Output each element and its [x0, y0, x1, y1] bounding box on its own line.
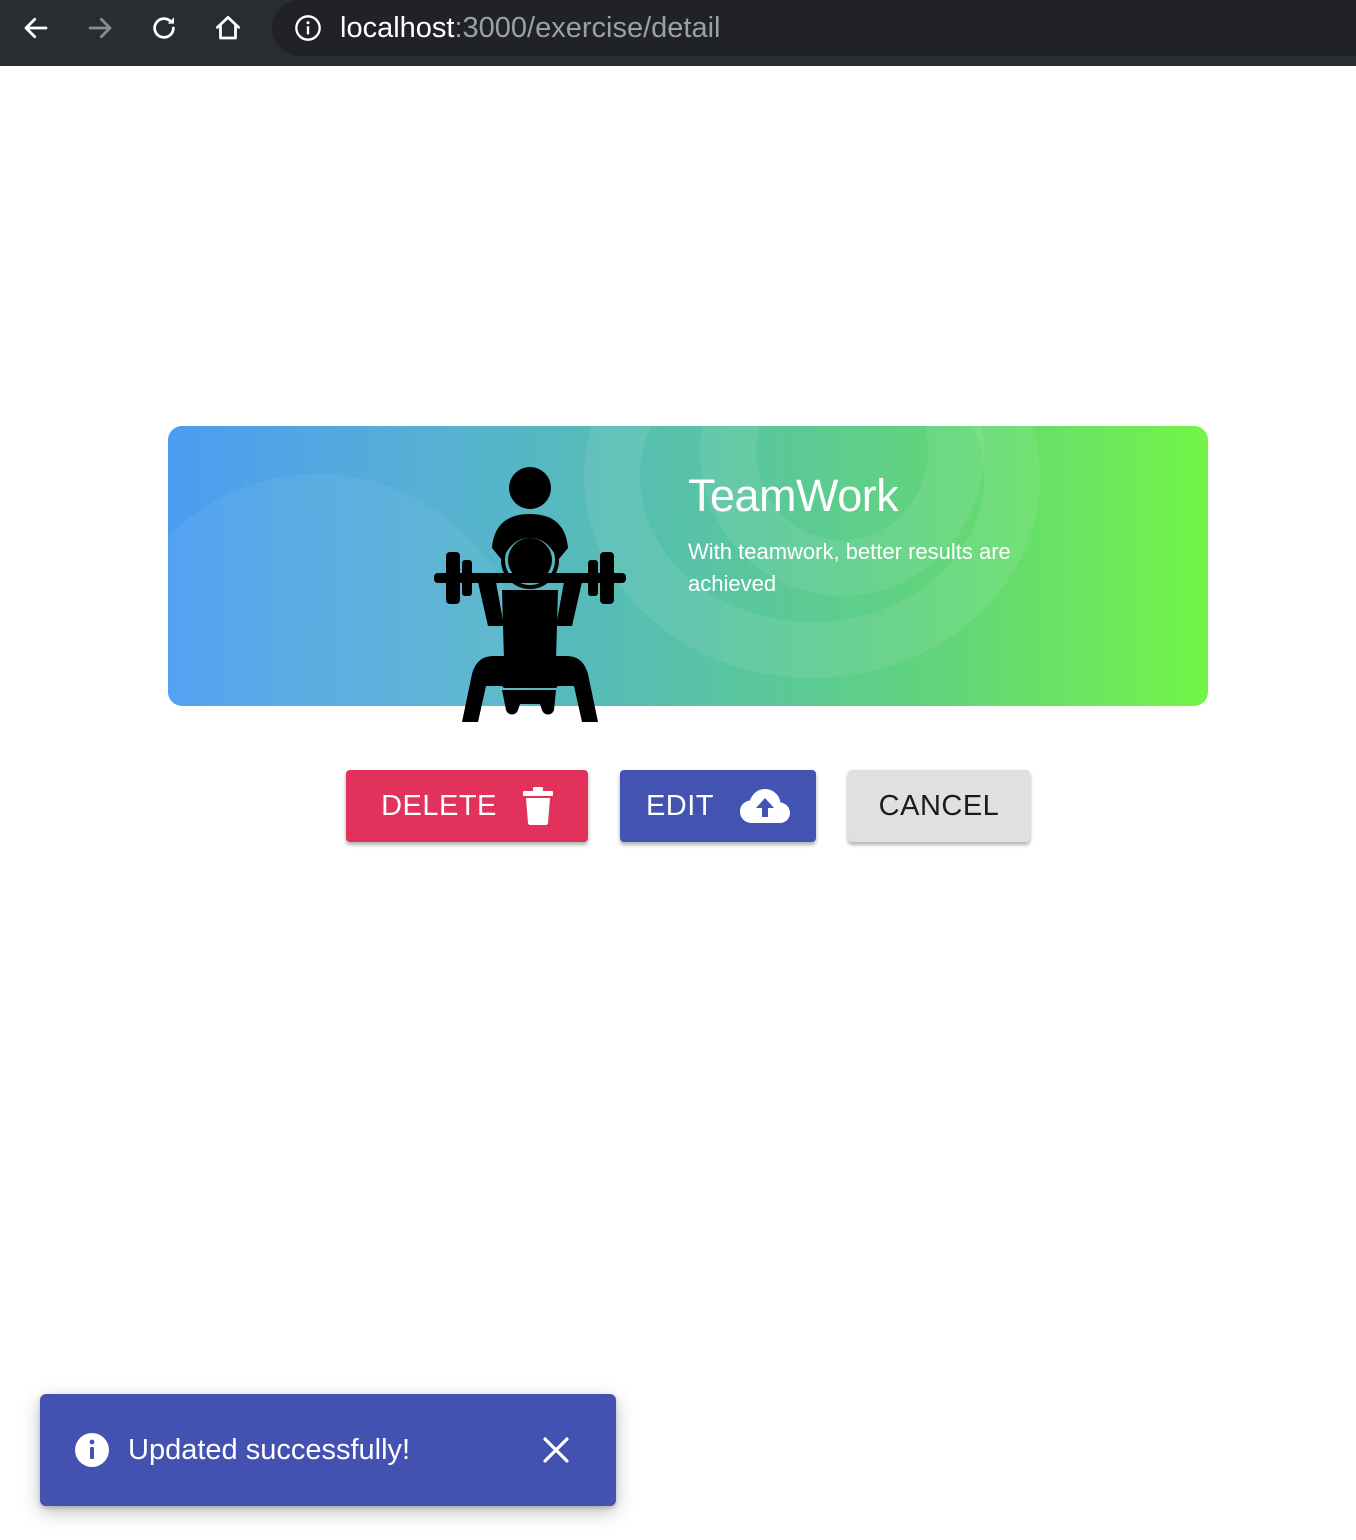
address-bar[interactable]: localhost:3000/exercise/detail	[272, 0, 1356, 56]
snackbar-close-button[interactable]	[536, 1430, 576, 1470]
info-icon[interactable]	[294, 14, 322, 42]
delete-button[interactable]: DELETE	[346, 770, 588, 842]
browser-toolbar: localhost:3000/exercise/detail	[0, 0, 1356, 66]
url-host: localhost	[340, 12, 455, 44]
arrow-right-icon	[88, 17, 112, 39]
reload-icon	[153, 17, 175, 39]
delete-button-label: DELETE	[381, 789, 497, 822]
cloud-upload-icon	[740, 789, 791, 823]
card-subtitle: With teamwork, better results are achiev…	[688, 539, 1011, 596]
edit-button-label: EDIT	[645, 789, 715, 822]
back-button[interactable]	[18, 10, 54, 46]
exercise-card: TeamWork With teamwork, better results a…	[168, 426, 1208, 706]
home-icon	[216, 16, 240, 40]
cancel-button[interactable]: CANCEL	[848, 770, 1030, 842]
url-text[interactable]: localhost:3000/exercise/detail	[340, 11, 720, 45]
card-title: TeamWork	[688, 470, 899, 521]
close-icon	[543, 1437, 569, 1463]
forward-button[interactable]	[82, 10, 118, 46]
weightlifting-pair-icon	[434, 467, 626, 722]
reload-button[interactable]	[146, 10, 182, 46]
edit-button[interactable]: EDIT	[620, 770, 816, 842]
info-icon	[75, 1433, 109, 1467]
arrow-left-icon	[24, 17, 48, 39]
trash-icon	[522, 787, 553, 825]
url-path: :3000/exercise/detail	[454, 12, 721, 44]
home-button[interactable]	[210, 10, 246, 46]
cancel-button-label: CANCEL	[878, 789, 1000, 822]
snackbar-message: Updated successfully!	[128, 1434, 411, 1466]
snackbar: Updated successfully!	[40, 1394, 616, 1506]
